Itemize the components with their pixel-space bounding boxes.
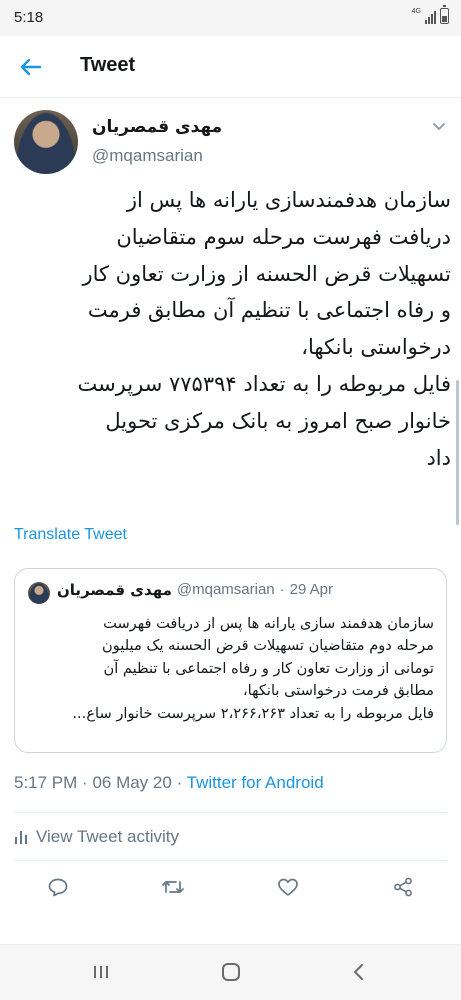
reply-icon	[48, 878, 68, 897]
chevron-left-icon	[354, 964, 363, 980]
tweet-text-line: درخواستی بانکها،	[301, 335, 451, 360]
share-icon	[394, 877, 412, 897]
quoted-author-handle: @mqamsarian	[176, 581, 275, 598]
quoted-author-avatar	[28, 582, 50, 604]
quoted-text-line: مرحله دوم متقاضیان تسهیلات قرض الحسنه یک…	[102, 637, 434, 655]
recent-apps-button[interactable]	[86, 957, 116, 987]
tweet-text-line: دریافت فهرست مرحله سوم متقاضیان	[116, 224, 451, 249]
system-navigation-bar	[0, 945, 461, 1000]
tweet-text-line: فایل مربوطه را به تعداد ۷۷۵۳۹۴ سرپرست	[77, 371, 451, 396]
tweet-timestamp: 5:17 PM · 06 May 20 · Twitter for Androi…	[14, 773, 324, 793]
scrollbar[interactable]	[456, 380, 459, 525]
network-label: 4G	[411, 8, 421, 15]
view-tweet-activity-button[interactable]: View Tweet activity	[14, 822, 179, 852]
arrow-left-icon	[20, 58, 42, 76]
more-options-button[interactable]	[430, 118, 448, 136]
back-button[interactable]	[14, 50, 48, 84]
signal-icon	[425, 10, 436, 24]
tweet-text-line: خانوار صبح امروز به بانک مرکزی تحویل	[105, 408, 451, 433]
view-tweet-activity-label: View Tweet activity	[36, 827, 179, 846]
tweet-text: سازمان هدفمندسازی یارانه ها پس از دریافت…	[14, 182, 451, 476]
home-icon	[222, 963, 240, 981]
divider	[14, 860, 447, 861]
divider	[14, 812, 447, 813]
tweet-time: 5:17 PM	[14, 773, 78, 792]
author-avatar[interactable]	[14, 110, 78, 174]
page-title: Tweet	[80, 54, 136, 76]
status-icons: 4G	[411, 5, 449, 24]
quoted-tweet-date: 29 Apr	[289, 581, 334, 598]
separator-dot: ·	[82, 773, 93, 792]
retweet-button[interactable]	[158, 872, 188, 902]
share-button[interactable]	[388, 872, 418, 902]
tweet-text-line: سازمان هدفمندسازی یارانه ها پس از	[126, 188, 451, 212]
home-button[interactable]	[216, 957, 246, 987]
like-button[interactable]	[273, 872, 303, 902]
top-app-bar: Tweet	[0, 36, 461, 98]
quoted-tweet-text: سازمان هدفمند سازی یارانه ها پس از دریاف…	[29, 613, 434, 725]
battery-icon	[440, 5, 449, 24]
quoted-text-line: تومانی از وزارت تعاون کار و رفاه اجتماعی…	[103, 659, 434, 677]
separator-dot: ·	[176, 773, 187, 792]
quoted-text-line: فایل مربوطه را به تعداد ۲،۲۶۶،۲۶۳ سرپرست…	[72, 704, 434, 722]
author-name[interactable]: مهدی قمصریان	[92, 117, 222, 137]
tweet-date: 06 May 20	[92, 773, 172, 792]
back-nav-button[interactable]	[344, 957, 374, 987]
status-time: 5:18	[14, 9, 44, 26]
tweet-source-link[interactable]: Twitter for Android	[187, 773, 324, 792]
separator-dot: ·	[279, 581, 285, 598]
bar-chart-icon	[15, 831, 27, 844]
tweet-action-bar	[0, 872, 461, 908]
retweet-icon	[162, 881, 184, 893]
status-bar: 5:18 4G	[0, 0, 461, 36]
quoted-tweet-meta: مهدی قمصریان @mqamsarian · 29 Apr	[57, 581, 333, 599]
tweet-text-line: و رفاه اجتماعی با تنظیم آن مطابق فرمت	[87, 298, 451, 323]
tweet-text-line: تسهیلات قرض الحسنه از وزارت تعاون کار	[82, 261, 451, 286]
chevron-down-icon	[433, 123, 445, 130]
quoted-tweet-card[interactable]: مهدی قمصریان @mqamsarian · 29 Apr سازمان…	[14, 568, 447, 753]
quoted-text-line: مطابق فرمت درخواستی بانکها،	[242, 682, 434, 700]
recent-apps-icon	[94, 966, 108, 978]
tweet-text-line: داد	[426, 445, 451, 470]
quoted-author-name: مهدی قمصریان	[57, 581, 172, 599]
translate-tweet-link[interactable]: Translate Tweet	[14, 526, 127, 544]
heart-icon	[278, 878, 298, 896]
reply-button[interactable]	[43, 872, 73, 902]
quoted-text-line: سازمان هدفمند سازی یارانه ها پس از دریاف…	[103, 615, 434, 632]
author-handle[interactable]: @mqamsarian	[92, 146, 203, 166]
